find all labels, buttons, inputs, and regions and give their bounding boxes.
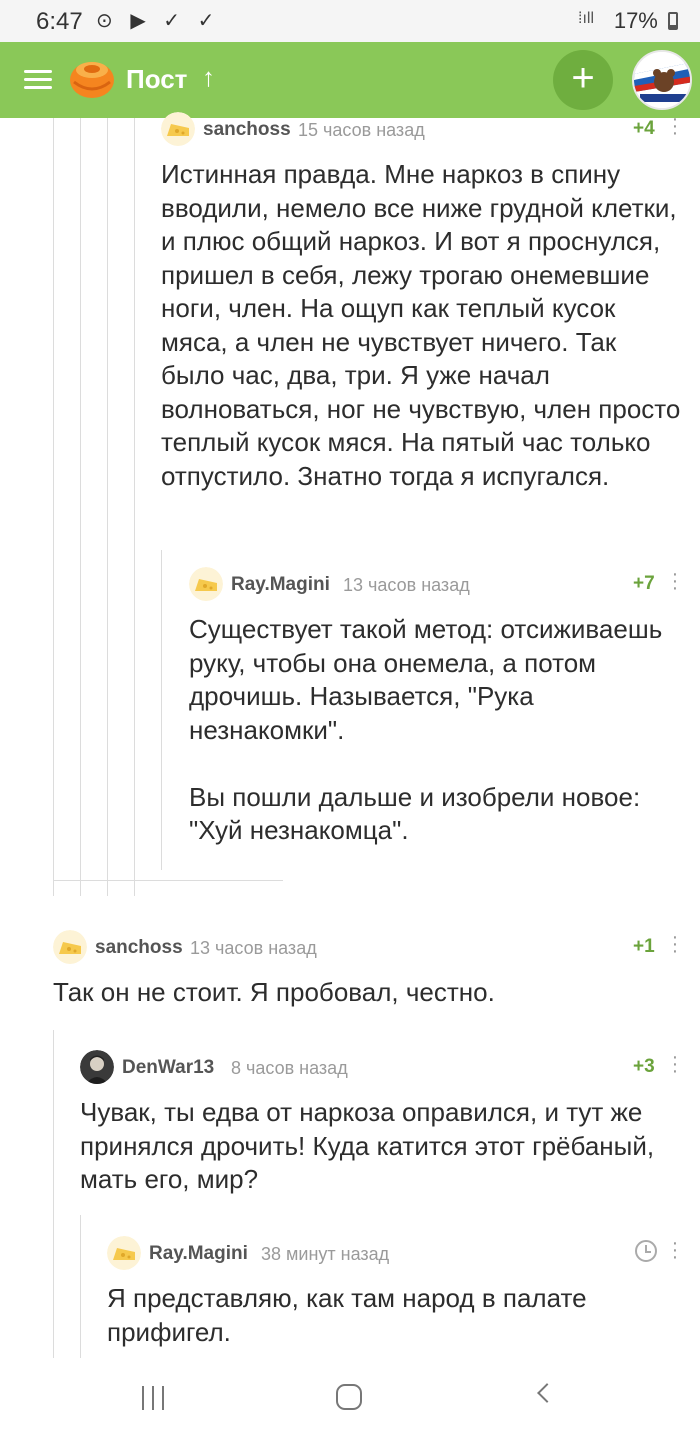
more-icon[interactable]: · · · [670,1236,680,1267]
thread-line[interactable] [80,118,81,896]
comment-rating[interactable]: +3 [633,1056,655,1078]
app-header: Пост ↑ + [0,42,700,118]
signal-icon: ⁞ıll [578,10,594,27]
more-icon[interactable]: · · · [670,927,680,961]
comment-time[interactable]: 13 часов назад [190,938,317,959]
recent-apps-icon[interactable] [140,1386,166,1410]
user-avatar[interactable] [80,1050,114,1084]
thread-line[interactable] [107,118,108,896]
status-bar: 6:47 ⊙ ▶ ✓ ✓ ⁞ıll 17% [0,0,700,42]
cheese-avatar-icon [161,112,195,146]
comment-time[interactable]: 38 минут назад [261,1244,389,1265]
comment-rating[interactable]: +1 [633,936,655,958]
comment-header: sanchoss 15 часов назад +4 · · · [161,109,681,148]
user-avatar[interactable] [189,567,223,601]
comment: DenWar13 8 часов назад +3 · · · Чувак, ты … [80,1047,683,1197]
comment-header: DenWar13 8 часов назад +3 · · · [80,1047,683,1086]
comment-text: Так он не стоит. Я пробовал, честно. [53,977,495,1007]
add-post-button[interactable]: + [553,50,613,110]
system-nav-bar [0,1358,700,1438]
comment-header: sanchoss 13 часов назад +1 · · · [53,927,683,966]
comment-time[interactable]: 15 часов назад [298,120,425,141]
comment-username[interactable]: Ray.Magini [231,574,330,596]
thread-line[interactable] [161,550,162,870]
comment-rating[interactable]: +7 [633,573,655,595]
thread-line[interactable] [134,118,135,896]
home-icon[interactable] [336,1384,362,1410]
cheese-avatar-icon [53,930,87,964]
comment-text: Чувак, ты едва от наркоза оправился, и т… [80,1097,655,1194]
comment-text: Существует такой метод: отсиживаешь руку… [189,614,663,845]
comment-time[interactable]: 8 часов назад [231,1058,348,1079]
comment-header: Ray.Magini 38 минут назад · · · [107,1236,683,1272]
menu-icon[interactable] [24,70,52,90]
comment: Ray.Magini 13 часов назад +7 · · · Существ… [189,564,684,848]
user-avatar[interactable] [53,930,87,964]
thread-line[interactable] [53,1030,54,1358]
battery-icon [668,12,678,30]
battery-indicator: 17% [614,8,678,34]
more-icon[interactable]: · · · [670,109,680,143]
logo-icon[interactable] [68,56,116,100]
thread-line[interactable] [80,1215,81,1358]
more-icon[interactable]: · · · [670,564,680,598]
comment: Ray.Magini 38 минут назад · · · Я представ… [107,1236,683,1358]
cheese-avatar-icon [189,567,223,601]
comment-text: Я представляю, как там народ в палате пр… [107,1283,587,1347]
clock-icon[interactable] [635,1240,657,1262]
comment: sanchoss 13 часов назад +1 · · · Так он не… [53,927,683,1010]
comment: sanchoss 15 часов назад +4 · · · Истинная … [161,109,681,493]
user-avatar[interactable] [107,1236,141,1270]
comment-rating[interactable]: +4 [633,118,655,140]
comment-text: Истинная правда. Мне наркоз в спину ввод… [161,159,681,491]
bear-icon [634,52,690,108]
cheese-avatar-icon [107,1236,141,1270]
comment-header: Ray.Magini 13 часов назад +7 · · · [189,564,684,603]
user-avatar[interactable] [161,112,195,146]
comment-time[interactable]: 13 часов назад [343,575,470,596]
comment-username[interactable]: sanchoss [203,119,291,141]
page-title[interactable]: Пост [126,64,187,95]
comment-username[interactable]: sanchoss [95,937,183,959]
notification-icons: ⊙ ▶ ✓ ✓ [96,10,221,32]
up-arrow-icon[interactable]: ↑ [202,62,215,93]
battery-level: 17% [613,8,658,33]
thread-line[interactable] [53,118,54,896]
thread-divider [53,880,283,881]
more-icon[interactable]: · · · [670,1047,680,1081]
back-icon[interactable] [537,1383,557,1403]
user-avatar[interactable] [632,50,692,110]
portrait-avatar-icon [80,1050,114,1084]
status-time: 6:47 [36,8,83,35]
comment-username[interactable]: DenWar13 [122,1057,214,1079]
comment-username[interactable]: Ray.Magini [149,1243,248,1265]
